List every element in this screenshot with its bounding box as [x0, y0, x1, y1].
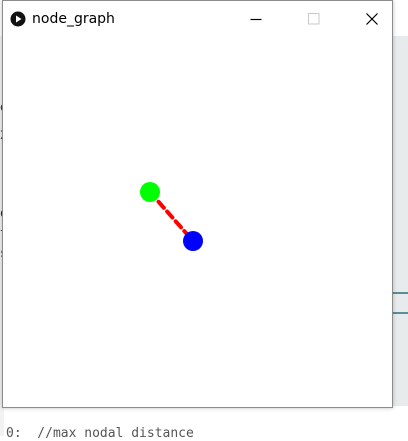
node-graph-drawing: [140, 182, 203, 251]
sketch-window: node_graph: [2, 0, 393, 408]
window-titlebar[interactable]: node_graph: [3, 1, 392, 37]
graph-node-green[interactable]: [140, 182, 160, 202]
scrollbar-marker: [391, 292, 408, 294]
close-icon: [366, 13, 378, 25]
graph-node-blue[interactable]: [183, 231, 203, 251]
editor-code-line: 0: //max nodal distance: [6, 426, 194, 441]
processing-play-icon: [10, 11, 26, 27]
maximize-icon: [308, 13, 320, 25]
maximize-button[interactable]: [291, 1, 337, 37]
minimize-button[interactable]: [233, 1, 279, 37]
sketch-canvas[interactable]: [3, 37, 392, 407]
minimize-icon: [250, 18, 262, 21]
close-button[interactable]: [349, 1, 395, 37]
window-title: node_graph: [32, 11, 115, 27]
scrollbar-marker: [391, 312, 408, 314]
